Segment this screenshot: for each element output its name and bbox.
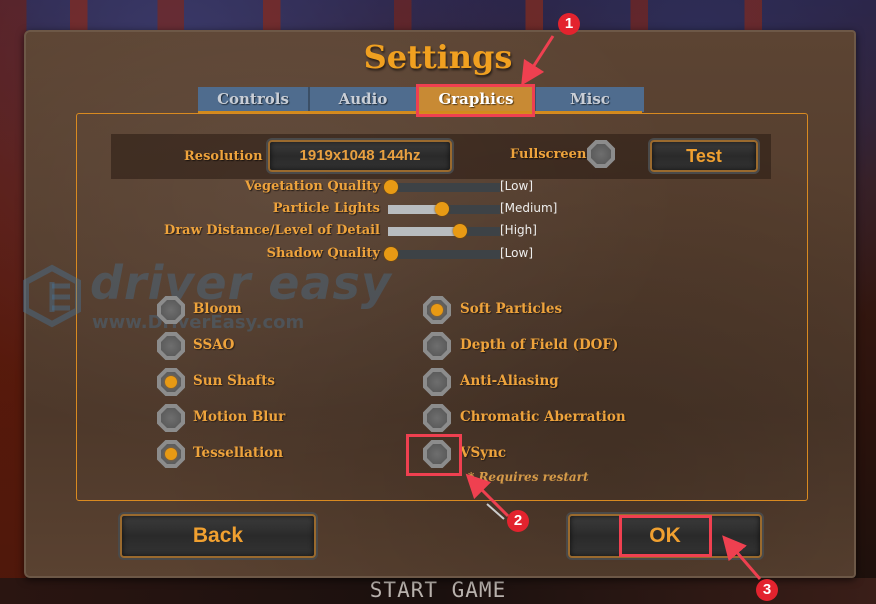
slider-label: Shadow Quality [266,246,380,261]
option-label: Depth of Field (DOF) [460,337,619,353]
option-label: Tessellation [193,445,284,461]
option-checkbox[interactable] [157,332,185,360]
resolution-label: Resolution [184,149,263,164]
highlight-graphics-tab [416,84,535,117]
checked-indicator-icon [165,448,177,460]
back-button[interactable]: Back [120,514,316,558]
test-button[interactable]: Test [650,140,758,172]
option-label: SSAO [193,337,235,353]
annotation-badge-3: 3 [756,579,778,601]
option-checkbox[interactable] [423,332,451,360]
option-checkbox[interactable] [423,404,451,432]
option-checkbox[interactable] [423,368,451,396]
option-checkbox[interactable] [157,296,185,324]
option-checkbox[interactable] [157,440,185,468]
vsync-restart-note: * Requires restart [468,470,589,484]
slider-fill [388,205,442,214]
start-game-label: START GAME [369,578,507,602]
option-checkbox[interactable] [157,404,185,432]
annotation-badge-1: 1 [558,13,580,35]
slider-knob[interactable] [434,202,449,216]
resolution-dropdown[interactable]: 1919x1048 144hz [268,140,452,172]
quality-slider[interactable] [384,180,500,194]
annotation-badge-2: 2 [507,510,529,532]
quality-slider[interactable] [384,247,500,261]
slider-value: [High] [500,223,537,237]
highlight-vsync-checkbox [406,434,462,476]
option-label: Sun Shafts [193,373,276,389]
checked-indicator-icon [165,376,177,388]
fullscreen-label: Fullscreen [510,147,587,162]
option-label: Chromatic Aberration [460,409,626,425]
highlight-ok-button [619,515,712,557]
option-checkbox[interactable] [423,296,451,324]
option-label: Anti-Aliasing [460,373,559,389]
tab-audio[interactable]: Audio [310,87,418,112]
option-label: VSync [460,445,507,461]
slider-value: [Low] [500,246,533,260]
slider-knob[interactable] [384,180,399,194]
tab-controls[interactable]: Controls [198,87,310,112]
option-label: Bloom [193,301,242,317]
checked-indicator-icon [431,304,443,316]
slider-knob[interactable] [452,224,467,238]
option-label: Soft Particles [460,301,563,317]
option-label: Motion Blur [193,409,286,425]
slider-knob[interactable] [384,247,399,261]
slider-label: Draw Distance/Level of Detail [164,223,380,238]
slider-value: [Low] [500,179,533,193]
slider-label: Particle Lights [272,201,380,216]
slider-label: Vegetation Quality [244,179,380,194]
quality-slider[interactable] [388,202,500,216]
option-checkbox[interactable] [157,368,185,396]
quality-slider[interactable] [388,224,500,238]
dialog-title: Settings [363,38,513,76]
tab-misc[interactable]: Misc [536,87,644,112]
fullscreen-checkbox[interactable] [587,140,615,168]
slider-value: [Medium] [500,201,558,215]
slider-fill [388,227,460,236]
